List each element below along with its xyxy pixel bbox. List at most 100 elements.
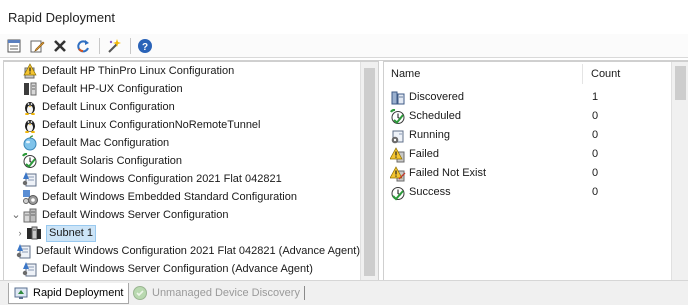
status-row[interactable]: Failed 0 xyxy=(384,145,674,164)
tab-divider xyxy=(303,286,305,300)
scheduled-icon xyxy=(390,108,406,125)
status-row[interactable]: Running 0 xyxy=(384,126,674,145)
list-scrollbar[interactable] xyxy=(671,62,688,280)
running-icon xyxy=(390,128,406,144)
expander-placeholder xyxy=(10,116,22,134)
windows-config-icon xyxy=(22,261,38,277)
discovery-icon xyxy=(132,285,148,301)
window-title: Rapid Deployment xyxy=(8,10,115,25)
tree-item[interactable]: Default Windows Configuration 2021 Flat … xyxy=(4,170,360,188)
tab-label: Rapid Deployment xyxy=(33,287,124,299)
status-row[interactable]: Discovered 1 xyxy=(384,88,674,107)
refresh-icon xyxy=(77,39,89,52)
list-rows: Discovered 1 Scheduled 0 Running 0 Failed 0 Fail… xyxy=(384,88,674,202)
edit-icon xyxy=(30,40,45,52)
tree-item[interactable]: Default Windows Server Configuration (Ad… xyxy=(4,260,360,278)
tree-item-label: Subnet 1 xyxy=(46,224,97,242)
tab-unmanaged-device-discovery[interactable]: Unmanaged Device Discovery xyxy=(128,283,309,303)
help-button[interactable]: ? xyxy=(136,37,154,55)
tree-item[interactable]: Default Mac Configuration xyxy=(4,134,360,152)
windows-config-icon xyxy=(16,243,32,259)
tree-item[interactable]: Default Solaris Configuration xyxy=(4,152,360,170)
discovered-icon xyxy=(390,90,406,106)
status-name: Running xyxy=(409,129,450,141)
column-header-count[interactable]: Count xyxy=(591,62,620,86)
status-count: 0 xyxy=(592,129,599,141)
status-name: Failed xyxy=(409,148,439,160)
tree-list: Default HP ThinPro Linux Configuration De… xyxy=(4,62,360,278)
wizard-button[interactable] xyxy=(105,37,123,55)
tree-scrollbar[interactable] xyxy=(360,62,378,280)
linux-icon xyxy=(22,117,38,133)
success-icon xyxy=(390,185,406,201)
tree-item-label: Default HP-UX Configuration xyxy=(42,83,183,95)
tree-item-label: Default Windows Embedded Standard Config… xyxy=(42,191,297,203)
edit-button[interactable] xyxy=(28,37,46,55)
title-bar: Rapid Deployment xyxy=(0,0,688,35)
toolbar-separator xyxy=(99,37,100,54)
linux-icon xyxy=(22,99,38,115)
status-name: Scheduled xyxy=(409,110,461,122)
configuration-tree: Default HP ThinPro Linux Configuration De… xyxy=(3,61,379,281)
svg-text:?: ? xyxy=(142,42,148,53)
deploy-icon xyxy=(13,285,29,301)
tree-item[interactable]: Default HP ThinPro Linux Configuration xyxy=(4,62,360,80)
tree-item-label: Default Linux Configuration xyxy=(42,101,175,113)
expander-placeholder xyxy=(10,134,22,152)
expander-placeholder xyxy=(10,188,22,206)
expander-placeholder xyxy=(10,62,22,80)
help-icon: ? xyxy=(138,38,152,53)
column-header-name[interactable]: Name xyxy=(391,62,420,86)
tree-item[interactable]: Default Linux Configuration xyxy=(4,98,360,116)
tree-item-label: Default Windows Configuration 2021 Flat … xyxy=(35,245,360,257)
tree-item[interactable]: Default Windows Embedded Standard Config… xyxy=(4,188,360,206)
subnet-icon xyxy=(26,225,42,241)
toolbar: ? xyxy=(0,34,688,58)
list-scroll-thumb[interactable] xyxy=(675,66,686,100)
expander-placeholder xyxy=(10,260,22,278)
status-count: 0 xyxy=(592,186,599,198)
refresh-button[interactable] xyxy=(74,37,92,55)
tree-item[interactable]: ⌄ Default Windows Server Configuration xyxy=(4,206,360,224)
windows-server-icon xyxy=(22,207,38,223)
expander-placeholder xyxy=(10,98,22,116)
status-row[interactable]: Scheduled 0 xyxy=(384,107,674,126)
status-count: 1 xyxy=(592,91,599,103)
properties-button[interactable] xyxy=(5,37,23,55)
windows-config-icon xyxy=(22,171,38,187)
tree-item-label: Default Windows Configuration 2021 Flat … xyxy=(42,173,282,185)
status-name: Success xyxy=(409,186,451,198)
content-area: Default HP ThinPro Linux Configuration De… xyxy=(3,60,688,281)
status-count: 0 xyxy=(592,148,599,160)
tree-item[interactable]: › Subnet 1 xyxy=(4,224,360,242)
status-name: Discovered xyxy=(409,91,465,103)
tree-item-label: Default Mac Configuration xyxy=(42,137,170,149)
tree-item[interactable]: Default HP-UX Configuration xyxy=(4,80,360,98)
tree-item[interactable]: Default Windows Configuration 2021 Flat … xyxy=(4,242,360,260)
status-row[interactable]: Failed Not Exist 0 xyxy=(384,164,674,183)
scheduled-icon xyxy=(22,152,38,169)
column-divider[interactable] xyxy=(582,64,583,84)
toolbar-separator xyxy=(130,37,131,54)
status-list-view: Name Count Discovered 1 Scheduled 0 Running 0… xyxy=(383,61,688,281)
tree-scroll-thumb[interactable] xyxy=(364,68,375,276)
expand-chevron-icon[interactable]: › xyxy=(14,224,26,242)
status-count: 0 xyxy=(592,167,599,179)
delete-button[interactable] xyxy=(51,37,69,55)
expander-placeholder xyxy=(10,80,22,98)
collapse-chevron-icon[interactable]: ⌄ xyxy=(10,206,22,224)
status-row[interactable]: Success 0 xyxy=(384,183,674,202)
expander-placeholder xyxy=(10,152,22,170)
tree-item-label: Default Linux ConfigurationNoRemoteTunne… xyxy=(42,119,261,131)
tab-rapid-deployment[interactable]: Rapid Deployment xyxy=(8,283,129,304)
expander-placeholder xyxy=(10,170,22,188)
windows-embedded-icon xyxy=(22,189,38,205)
status-count: 0 xyxy=(592,110,599,122)
server-icon xyxy=(22,81,38,97)
bottom-tab-strip: Rapid Deployment Unmanaged Device Discov… xyxy=(0,280,688,305)
mac-icon xyxy=(22,135,38,151)
tree-item-label: Default Solaris Configuration xyxy=(42,155,183,167)
tab-label: Unmanaged Device Discovery xyxy=(152,287,300,299)
tree-item-label: Default Windows Server Configuration xyxy=(42,209,229,221)
tree-item[interactable]: Default Linux ConfigurationNoRemoteTunne… xyxy=(4,116,360,134)
